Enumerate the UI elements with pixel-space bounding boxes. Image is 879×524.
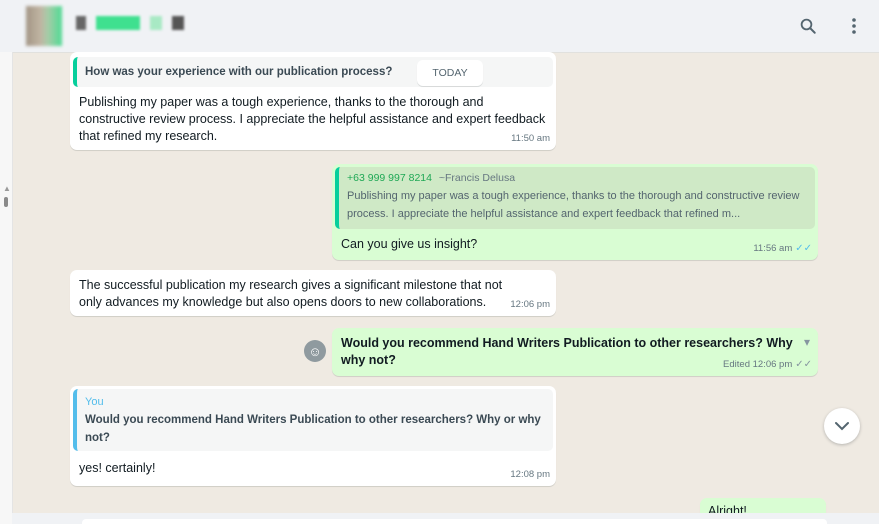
message-text: The successful publication my research g… [79, 278, 503, 309]
quoted-message-text: Would you recommend Hand Writers Publica… [85, 414, 541, 444]
message-text: Publishing my paper was a tough experien… [79, 95, 546, 143]
message-bubble-incoming[interactable]: The successful publication my research g… [70, 270, 556, 316]
message-text: yes! certainly! [79, 461, 156, 475]
chevron-down-icon[interactable]: ▾ [804, 334, 810, 351]
chat-header [0, 0, 879, 53]
menu-kebab-icon[interactable] [840, 12, 868, 40]
quoted-message-text: How was your experience with our publica… [85, 66, 393, 78]
date-divider: TODAY [417, 60, 483, 86]
scroll-thumb[interactable] [4, 197, 8, 207]
message-time: 12:08 pm [510, 469, 550, 480]
message-time: 11:50 am [511, 133, 550, 144]
contact-avatar[interactable] [26, 6, 62, 46]
message-time: Edited 12:06 pm [723, 359, 793, 370]
react-emoji-icon[interactable]: ☺ [304, 340, 326, 362]
message-bubble-incoming[interactable]: How was your experience with our publica… [70, 52, 556, 150]
delivered-ticks-icon: ✓✓ [795, 359, 812, 370]
message-bubble-outgoing[interactable]: +63 999 997 8214 ~Francis Delusa Publish… [332, 164, 818, 260]
scroll-to-bottom-button[interactable] [824, 408, 860, 444]
scroll-up-arrow-icon[interactable]: ▲ [3, 184, 11, 193]
message-list: How was your experience with our publica… [12, 52, 879, 524]
quoted-message-text: Publishing my paper was a tough experien… [347, 190, 800, 220]
message-text: Can you give us insight? [341, 237, 478, 251]
message-time: 12:06 pm [510, 299, 550, 310]
quoted-author-name: You [85, 396, 104, 408]
message-time: 11:56 am [753, 243, 793, 254]
quoted-author-name: ~Francis Delusa [438, 172, 516, 184]
quoted-message[interactable]: +63 999 997 8214 ~Francis Delusa Publish… [335, 167, 815, 229]
chevron-down-icon [835, 422, 849, 431]
quoted-message[interactable]: You Would you recommend Hand Writers Pub… [73, 389, 553, 451]
contact-name[interactable] [76, 14, 200, 32]
read-ticks-icon: ✓✓ [795, 243, 812, 254]
quoted-author-phone: +63 999 997 8214 [347, 172, 432, 184]
search-icon[interactable] [794, 12, 822, 40]
message-input[interactable] [82, 519, 827, 524]
message-bubble-outgoing[interactable]: Would you recommend Hand Writers Publica… [332, 328, 818, 376]
message-bubble-incoming[interactable]: You Would you recommend Hand Writers Pub… [70, 386, 556, 486]
composer-footer [12, 513, 879, 524]
